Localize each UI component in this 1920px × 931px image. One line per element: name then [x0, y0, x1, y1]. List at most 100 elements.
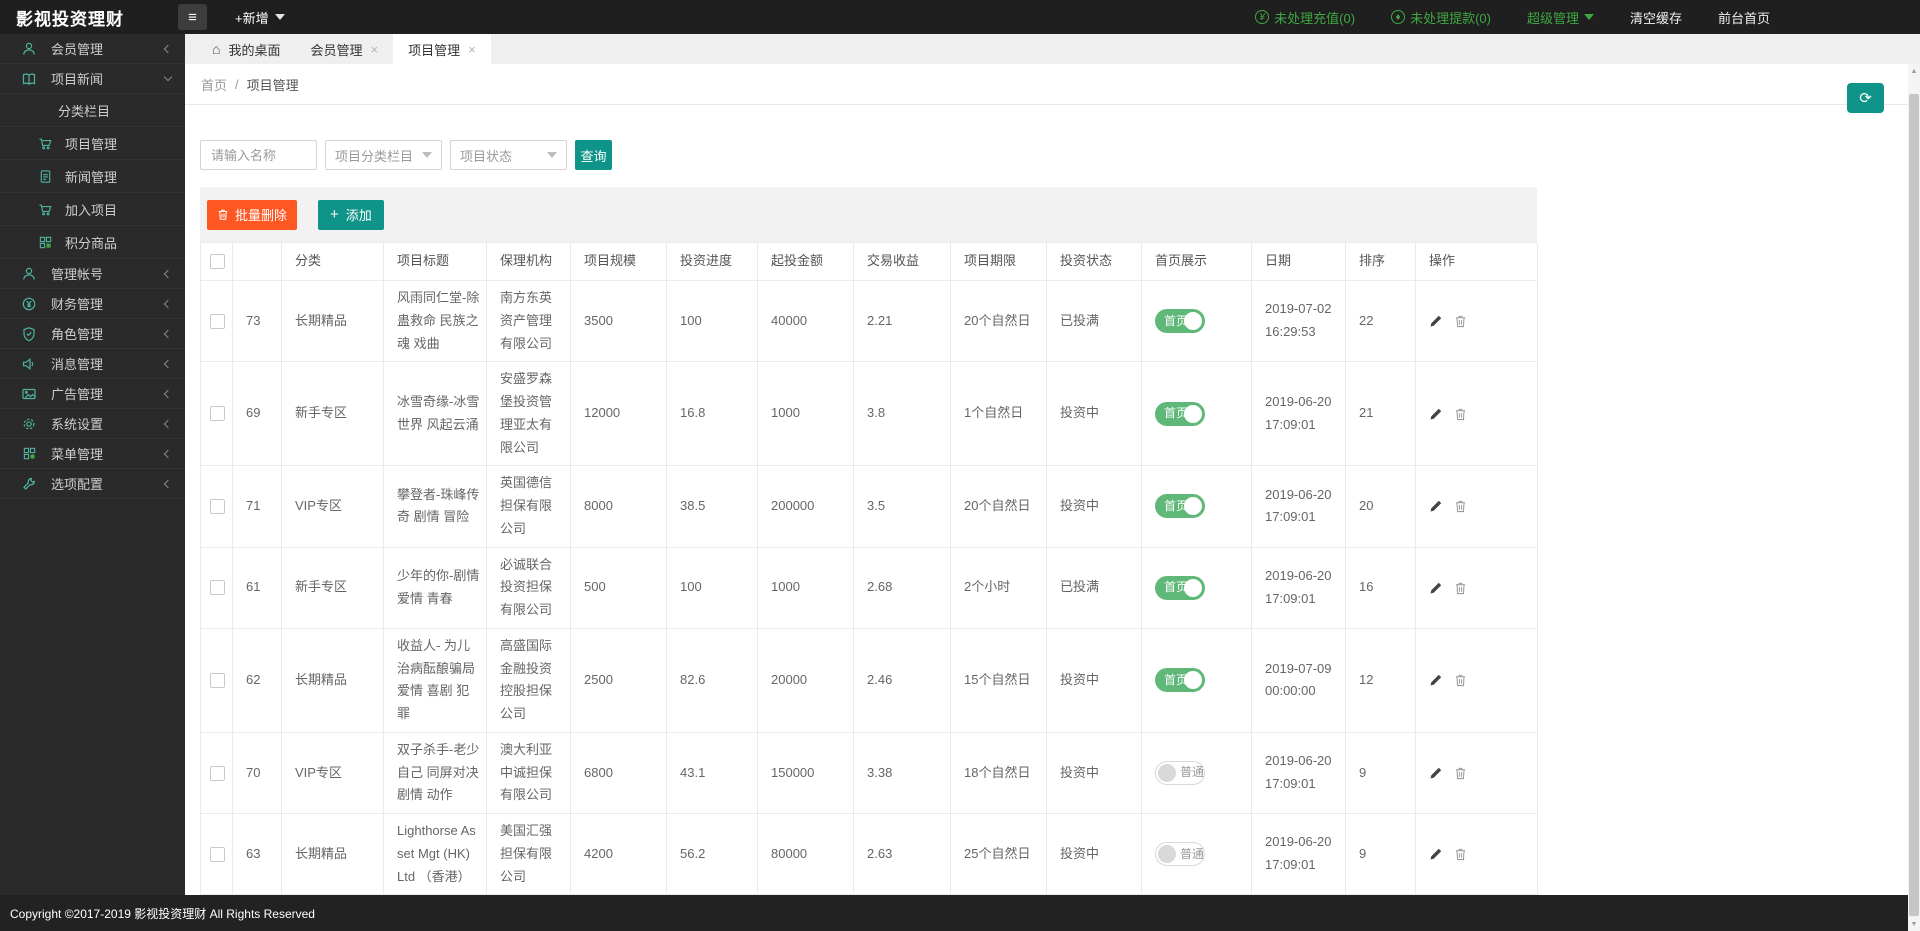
sidebar-item-label: 管理帐号 [51, 264, 103, 283]
delete-button[interactable] [1454, 847, 1467, 861]
sidebar-item-points-goods[interactable]: 积分商品 [0, 226, 185, 259]
add-new-dropdown[interactable]: +新增 [235, 8, 285, 27]
scroll-up-arrow[interactable]: ▲ [1908, 64, 1920, 78]
sidebar-item-member-mgmt[interactable]: 会员管理 [0, 34, 185, 64]
toggle-knob [1184, 497, 1202, 515]
yen-icon: ¥ [1255, 10, 1269, 24]
edit-button[interactable] [1429, 847, 1443, 861]
cell-status: 投资中 [1047, 362, 1142, 466]
sidebar-item-category-columns[interactable]: 分类栏目 [0, 94, 185, 127]
cell-period: 20个自然日 [951, 281, 1047, 362]
sidebar-item-message-mgmt[interactable]: 消息管理 [0, 349, 185, 379]
sidebar-item-project-news[interactable]: 项目新闻 [0, 64, 185, 94]
chevron-left-icon [164, 269, 172, 277]
cell-progress: 43.1 [667, 732, 758, 813]
tab-project-mgmt[interactable]: 项目管理 × [393, 34, 491, 64]
home-display-toggle[interactable]: 首页 [1155, 576, 1205, 600]
category-select[interactable]: 项目分类栏目 [325, 140, 442, 170]
add-button[interactable]: + 添加 [318, 200, 384, 230]
delete-button[interactable] [1454, 581, 1467, 595]
cell-status: 投资中 [1047, 628, 1142, 732]
edit-button[interactable] [1429, 766, 1443, 780]
row-checkbox[interactable] [210, 314, 225, 329]
toggle-label: 普通 [1180, 762, 1204, 783]
tab-my-desktop[interactable]: ⌂ 我的桌面 [197, 34, 295, 64]
cell-sort: 16 [1346, 547, 1416, 628]
sidebar-item-join-project[interactable]: 加入项目 [0, 193, 185, 226]
refresh-button[interactable]: ⟳ [1847, 83, 1884, 113]
home-display-toggle[interactable]: 首页 [1155, 309, 1205, 333]
toggle-label: 普通 [1180, 844, 1204, 865]
row-checkbox[interactable] [210, 499, 225, 514]
add-new-label: +新增 [235, 8, 269, 27]
edit-button[interactable] [1429, 314, 1443, 328]
scrollbar-thumb[interactable] [1909, 94, 1919, 916]
vertical-scrollbar[interactable]: ▲ ▼ [1908, 64, 1920, 931]
row-checkbox[interactable] [210, 673, 225, 688]
search-button[interactable]: 查询 [575, 140, 612, 170]
admin-user-dropdown[interactable]: 超级管理 [1527, 8, 1594, 27]
cell-profit: 3.5 [854, 466, 951, 547]
front-home-link[interactable]: 前台首页 [1718, 8, 1770, 27]
delete-button[interactable] [1454, 314, 1467, 328]
sidebar-item-role-mgmt[interactable]: 角色管理 [0, 319, 185, 349]
home-display-toggle[interactable]: 普通 [1155, 842, 1205, 866]
cell-progress: 100 [667, 281, 758, 362]
row-checkbox[interactable] [210, 580, 225, 595]
cell-title: 收益人- 为儿治病酝酿骗局 爱情 喜剧 犯罪 [384, 628, 487, 732]
home-display-toggle[interactable]: 首页 [1155, 668, 1205, 692]
edit-button[interactable] [1429, 499, 1443, 513]
chevron-left-icon [164, 449, 172, 457]
row-checkbox[interactable] [210, 406, 225, 421]
pending-withdraw-link[interactable]: ♦ 未处理提款(0) [1391, 8, 1491, 27]
batch-delete-button[interactable]: 批量删除 [207, 200, 297, 230]
delete-button[interactable] [1454, 766, 1467, 780]
sidebar-item-admin-accounts[interactable]: 管理帐号 [0, 259, 185, 289]
chevron-left-icon [164, 359, 172, 367]
cell-scale: 4200 [571, 814, 667, 895]
shield-icon [20, 326, 38, 342]
select-all-checkbox[interactable] [210, 254, 225, 269]
edit-button[interactable] [1429, 581, 1443, 595]
home-display-toggle[interactable]: 普通 [1155, 761, 1205, 785]
sidebar-item-ad-mgmt[interactable]: 广告管理 [0, 379, 185, 409]
tools-icon [20, 476, 38, 492]
withdraw-icon: ♦ [1391, 10, 1405, 24]
breadcrumb-home-link[interactable]: 首页 [201, 75, 227, 94]
edit-button[interactable] [1429, 673, 1443, 687]
clear-cache-link[interactable]: 清空缓存 [1630, 8, 1682, 27]
sidebar-item-option-config[interactable]: 选项配置 [0, 469, 185, 499]
chevron-down-icon [164, 73, 172, 81]
scroll-down-arrow[interactable]: ▼ [1908, 917, 1920, 931]
cell-scale: 3500 [571, 281, 667, 362]
collapse-sidebar-button[interactable]: ≡ [178, 4, 207, 30]
row-checkbox[interactable] [210, 766, 225, 781]
tab-member-mgmt[interactable]: 会员管理 × [295, 34, 393, 64]
edit-button[interactable] [1429, 407, 1443, 421]
delete-button[interactable] [1454, 407, 1467, 421]
cell-title: 少年的你-剧情 爱情 青春 [384, 547, 487, 628]
sidebar-item-project-mgmt[interactable]: 项目管理 [0, 127, 185, 160]
sidebar-item-news-mgmt[interactable]: 新闻管理 [0, 160, 185, 193]
cell-date: 2019-07-02 16:29:53 [1252, 281, 1346, 362]
home-display-toggle[interactable]: 首页 [1155, 402, 1205, 426]
sidebar-item-system-settings[interactable]: 系统设置 [0, 409, 185, 439]
toggle-knob [1184, 579, 1202, 597]
close-icon[interactable]: × [371, 42, 379, 57]
cell-sort: 21 [1346, 362, 1416, 466]
pending-recharge-label: 未处理充值(0) [1274, 8, 1355, 27]
cell-date: 2019-07-09 00:00:00 [1252, 628, 1346, 732]
toggle-knob [1184, 671, 1202, 689]
sidebar-item-menu-mgmt[interactable]: 菜单管理 [0, 439, 185, 469]
cell-sort: 12 [1346, 628, 1416, 732]
cell-status: 投资中 [1047, 732, 1142, 813]
home-display-toggle[interactable]: 首页 [1155, 494, 1205, 518]
status-select[interactable]: 项目状态 [450, 140, 567, 170]
sidebar-item-finance-mgmt[interactable]: 财务管理 [0, 289, 185, 319]
delete-button[interactable] [1454, 499, 1467, 513]
close-icon[interactable]: × [468, 42, 476, 57]
pending-recharge-link[interactable]: ¥ 未处理充值(0) [1255, 8, 1355, 27]
name-search-input[interactable] [200, 140, 317, 170]
row-checkbox[interactable] [210, 847, 225, 862]
delete-button[interactable] [1454, 673, 1467, 687]
